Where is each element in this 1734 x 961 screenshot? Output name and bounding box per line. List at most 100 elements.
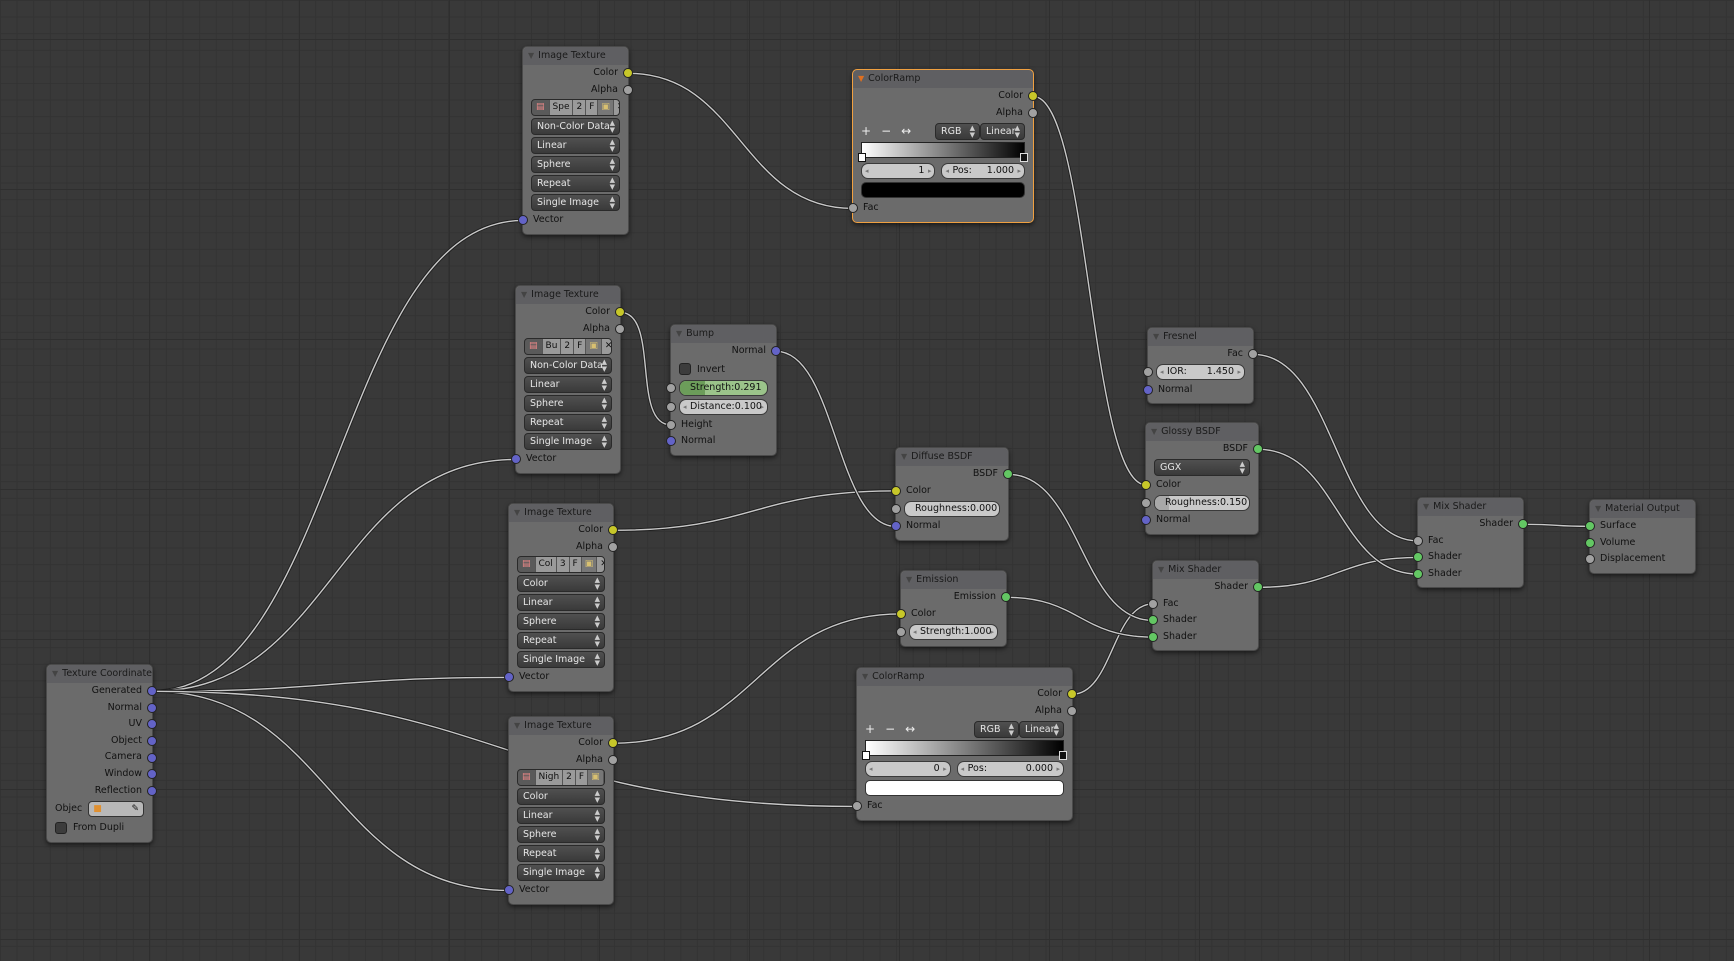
node-link[interactable] [1071,602,1154,696]
eyedropper-icon[interactable]: ✎ [131,804,139,814]
node-header[interactable]: ▼ Material Output [1590,500,1695,518]
fake-user-button[interactable]: F [586,100,599,116]
vector-socket-input[interactable] [504,885,514,896]
shader-socket-input[interactable] [1413,552,1423,563]
image-browse-icon[interactable]: ▤ [532,100,550,116]
image-name[interactable]: Nigh [535,770,564,786]
increment-arrow-icon[interactable]: ▸ [928,164,932,178]
node-link[interactable] [1252,352,1419,543]
image-users-count[interactable]: 2 [561,339,575,355]
open-folder-icon[interactable]: ▣ [586,339,602,355]
node-header[interactable]: ▼ Fresnel [1148,328,1253,346]
field-strength[interactable]: ◂ ▸ Strength: 1.000 [909,623,998,640]
image-datablock-selector[interactable]: ▤ Bu 2 F ▣ ✕ [524,338,612,356]
color-ramp-gradient[interactable] [858,142,1028,163]
node-link[interactable] [775,349,897,529]
node-mix2[interactable]: ▼ Mix Shader Shader Fac Shader Shader [1413,497,1528,589]
float-socket-output[interactable] [1028,107,1038,118]
node-mix1[interactable]: ▼ Mix Shader Shader Fac Shader Shader [1148,560,1263,652]
flip-ramp-button[interactable]: ↔ [905,722,915,736]
dropdown-single-image[interactable]: Single Image ▲ ▼ [517,864,605,882]
interpolation-dropdown[interactable]: Linear ▲ ▼ [980,122,1025,140]
decrement-arrow-icon[interactable]: ◂ [683,400,687,414]
node-link[interactable] [1257,447,1419,576]
field-roughness[interactable]: Roughness: 0.150 [1154,494,1250,511]
node-link[interactable] [151,675,510,693]
unlink-x-icon[interactable]: ✕ [597,557,604,573]
dropdown-single-image[interactable]: Single Image ▲ ▼ [524,433,612,451]
image-datablock-selector[interactable]: ▤Spe2F▣✕ [531,99,620,117]
node-glossy[interactable]: ▼ Glossy BSDF BSDF GGX ▲ ▼ Color Roughness: 0.15… [1141,422,1263,535]
float-socket-input[interactable] [1413,535,1423,546]
shader-socket-output[interactable] [1253,582,1263,593]
dropdown-single-image[interactable]: Single Image ▲ ▼ [531,194,620,212]
collapse-triangle-icon[interactable]: ▼ [514,504,520,522]
node-link[interactable] [1005,595,1154,639]
ramp-stop-handle[interactable] [1059,751,1067,761]
vector-socket-output[interactable] [147,785,157,796]
decrement-arrow-icon[interactable]: ◂ [869,762,873,776]
node-img4[interactable]: ▼ Image Texture Color Alpha ▤Nigh2F▣✕ Color ▲▼… [504,716,618,905]
object-field[interactable]: ■ ✎ [88,800,144,817]
ramp-stop-handle[interactable] [858,153,866,163]
increment-arrow-icon[interactable]: ▸ [1017,164,1021,178]
color-socket-output[interactable] [615,307,625,318]
dropdown-linear[interactable]: Linear ▲ ▼ [524,376,612,394]
stop-color-swatch[interactable] [861,182,1025,199]
remove-stop-button[interactable]: − [881,124,891,138]
shader-socket-output[interactable] [1253,444,1263,455]
dropdown-color[interactable]: Color ▲ ▼ [517,788,605,806]
collapse-triangle-icon[interactable]: ▼ [1153,328,1159,346]
node-link[interactable] [1007,472,1154,623]
image-browse-icon[interactable]: ▤ [518,770,536,786]
float-socket-input[interactable] [666,419,676,430]
vector-socket-input[interactable] [518,215,528,226]
float-socket-input[interactable] [891,503,901,514]
node-header[interactable]: ▼ Image Texture [523,47,628,65]
color-socket-output[interactable] [1028,91,1038,102]
fake-user-button[interactable]: F [569,557,582,573]
color-socket-output[interactable] [608,738,618,749]
float-socket-input[interactable] [1585,554,1595,565]
node-bump[interactable]: ▼ Bump Normal Invert Strength: 0.291 ◂ ▸ Distanc… [666,324,781,456]
float-socket-input[interactable] [852,801,862,812]
node-link[interactable] [619,310,672,427]
collapse-triangle-icon[interactable]: ▼ [1151,423,1157,441]
color-socket-output[interactable] [623,68,633,79]
shader-socket-input[interactable] [1585,521,1595,532]
dropdown-sphere[interactable]: Sphere ▲ ▼ [517,826,605,844]
shader-socket-output[interactable] [1003,469,1013,480]
field-ior[interactable]: ◂ ▸ IOR: 1.450 [1156,364,1245,381]
node-link[interactable] [151,457,517,693]
vector-socket-input[interactable] [1141,515,1151,526]
float-socket-input[interactable] [1141,497,1151,508]
flip-ramp-button[interactable]: ↔ [901,124,911,138]
node-header[interactable]: ▼ Diffuse BSDF [896,448,1008,466]
node-img1[interactable]: ▼Image TextureColorAlpha▤Spe2F▣✕Non-Colo… [518,46,633,235]
node-ramp2[interactable]: ▼ ColorRamp Color Alpha + − ↔ RGB ▲ ▼ Linear ▲ ▼ ◂ ▸ 0 ◂… [852,667,1077,821]
node-ramp1[interactable]: ▼ ColorRamp Color Alpha + − ↔ RGB ▲ ▼ Linear ▲ ▼ ◂ ▸ 1 ◂… [848,69,1038,223]
open-folder-icon[interactable]: ▣ [581,557,598,573]
collapse-triangle-icon[interactable]: ▼ [514,717,520,735]
dropdown-linear[interactable]: Linear ▲ ▼ [517,594,605,612]
vector-socket-output[interactable] [147,702,157,713]
node-header[interactable]: ▼ ColorRamp [853,70,1033,88]
float-socket-output[interactable] [1067,705,1077,716]
dropdown-repeat[interactable]: Repeat ▲ ▼ [531,175,620,193]
decrement-arrow-icon[interactable]: ◂ [913,625,917,639]
ramp-stop-handle[interactable] [1020,153,1028,163]
vector-socket-input[interactable] [504,672,514,683]
field-distance[interactable]: ◂ ▸ Distance: 0.100 [679,399,768,416]
decrement-arrow-icon[interactable]: ◂ [961,762,965,776]
node-link[interactable] [151,689,858,809]
node-img2[interactable]: ▼ Image Texture Color Alpha ▤ Bu 2 F ▣ ✕ Non-Color… [511,285,625,474]
unlink-x-icon[interactable]: ✕ [601,339,611,355]
vector-socket-input[interactable] [511,454,521,465]
node-header[interactable]: ▼ Bump [671,325,776,343]
float-socket-input[interactable] [666,383,676,394]
color-socket-output[interactable] [608,525,618,536]
node-header[interactable]: ▼ Image Texture [516,286,620,304]
stop-position-field[interactable]: ◂ ▸ Pos: 1.000 [941,163,1025,180]
color-socket-input[interactable] [891,485,901,496]
dropdown-repeat[interactable]: Repeat ▲ ▼ [524,414,612,432]
